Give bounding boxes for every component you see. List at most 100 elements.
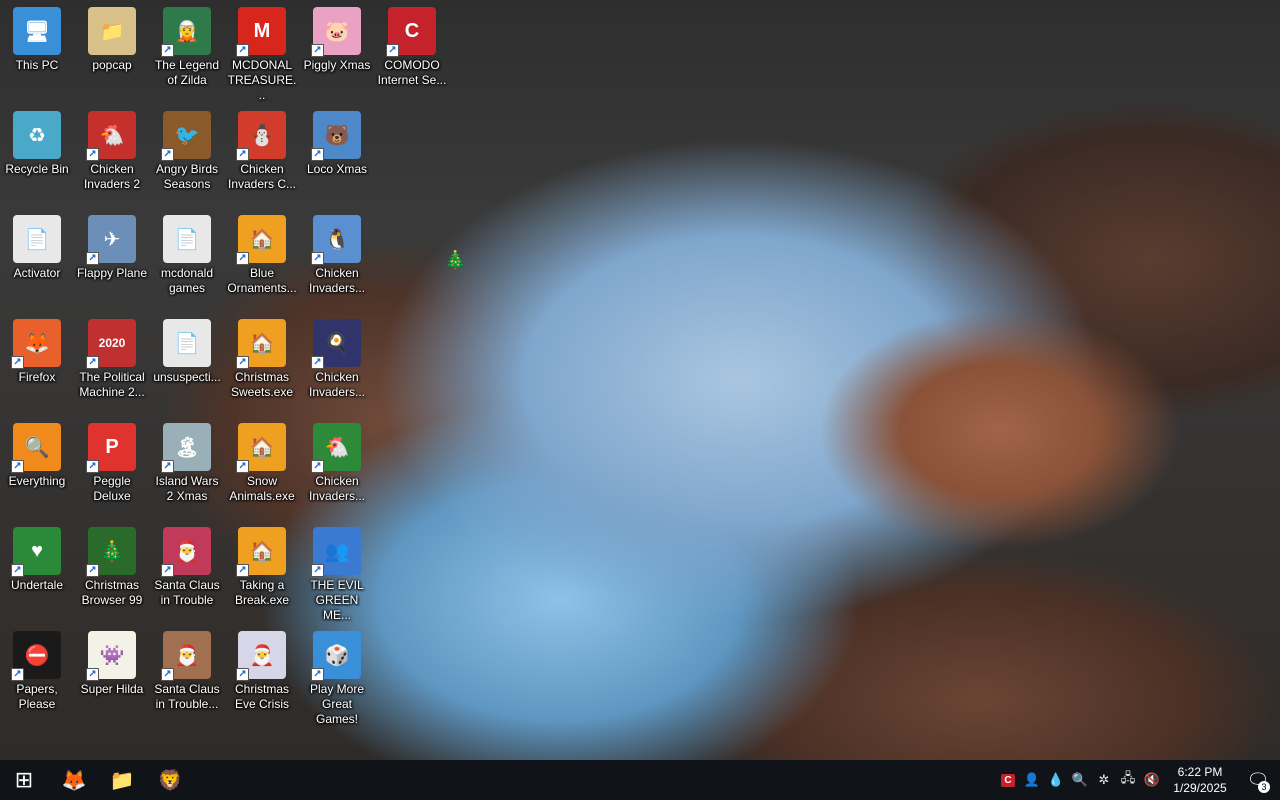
tray-comodo-icon[interactable]: C (996, 760, 1020, 800)
app-glyph-icon: 🏠 (249, 436, 275, 459)
tray-snowflake-icon[interactable]: ✲ (1092, 760, 1116, 800)
desktop-icon[interactable]: 🖥 This PC (0, 2, 74, 102)
app-glyph-icon: P (105, 435, 119, 458)
shortcut-arrow-icon: ↗ (236, 44, 249, 57)
desktop-icon[interactable]: 🏠 ↗ Christmas Sweets.exe (225, 314, 299, 414)
app-icon: 🏠 ↗ (236, 319, 286, 369)
desktop-icon[interactable]: 🐔 ↗ Chicken Invaders 2 (75, 106, 149, 206)
everything-icon: 🔍 (1071, 772, 1089, 787)
desktop-icon-label: Chicken Invaders... (308, 266, 366, 295)
desktop-icon[interactable]: 🏠 ↗ Blue Ornaments... (225, 210, 299, 310)
start-button[interactable]: ⊞ (0, 760, 48, 800)
desktop-icon[interactable]: 🐷 ↗ Piggly Xmas (300, 2, 374, 102)
app-glyph-icon: 🍳 (324, 332, 350, 355)
network-icon: 🖧 (1120, 770, 1136, 785)
desktop-icon[interactable]: 👥 ↗ THE EVIL GREEN ME... (300, 522, 374, 622)
clock[interactable]: 6:22 PM 1/29/2025 (1164, 760, 1236, 800)
desktop-icon[interactable]: 🎅 ↗ Santa Claus in Trouble (150, 522, 224, 622)
shortcut-arrow-icon: ↗ (236, 564, 249, 577)
desktop-icon[interactable]: 🎄 ↗ Christmas Browser 99 (75, 522, 149, 622)
desktop-icon[interactable]: ✈ ↗ Flappy Plane (75, 210, 149, 310)
comodo-icon: C (1001, 773, 1015, 787)
desktop-icon[interactable]: 🎲 ↗ Play More Great Games! (300, 626, 374, 726)
app-icon: 🎅 ↗ (161, 631, 211, 681)
desktop-icon-label: Taking a Break.exe (234, 578, 290, 607)
desktop-icon[interactable]: 2020 ↗ The Political Machine 2... (75, 314, 149, 414)
app-glyph-icon: 🏠 (249, 332, 275, 355)
app-icon: 📁 (88, 7, 136, 55)
app-glyph-icon: 🐻 (324, 124, 350, 147)
desktop-icon[interactable]: P ↗ Peggle Deluxe (75, 418, 149, 518)
desktop-icon-label: Recycle Bin (5, 162, 69, 176)
desktop-icon[interactable]: 📄 unsuspecti... (150, 314, 224, 414)
desktop-icon[interactable]: M ↗ MCDONAL TREASURE... (225, 2, 299, 102)
desktop-icon[interactable]: 🧝 ↗ The Legend of Zilda (150, 2, 224, 102)
desktop-icon[interactable]: 🦊 ↗ Firefox (0, 314, 74, 414)
app-glyph-icon: 📁 (99, 20, 125, 43)
shortcut-arrow-icon: ↗ (311, 148, 324, 161)
desktop-icon[interactable]: 👾 ↗ Super Hilda (75, 626, 149, 726)
app-glyph-icon: 🎄 (99, 540, 125, 563)
desktop-icon-label: Everything (8, 474, 66, 488)
desktop-icon[interactable]: 🐻 ↗ Loco Xmas (300, 106, 374, 206)
desktop-icon[interactable]: 📄 mcdonald games (150, 210, 224, 310)
taskbar-file-explorer-button[interactable]: 📁 (98, 760, 146, 800)
shortcut-arrow-icon: ↗ (311, 564, 324, 577)
app-icon: 🐔 ↗ (86, 111, 136, 161)
taskbar-firefox-button[interactable]: 🦊 (50, 760, 98, 800)
app-glyph-icon: 🏠 (249, 540, 275, 563)
app-glyph-icon: 🎅 (249, 644, 275, 667)
action-center-button[interactable]: 🗨 3 (1236, 760, 1280, 800)
desktop-icon-label: Chicken Invaders... (308, 370, 366, 399)
desktop-icon[interactable]: 🏠 ↗ Taking a Break.exe (225, 522, 299, 622)
desktop-icon[interactable]: ⛔ ↗ Papers, Please (0, 626, 74, 726)
desktop-icon-label: Christmas Browser 99 (81, 578, 143, 607)
tray-network-users-icon[interactable]: 👤 (1020, 760, 1044, 800)
desktop-icon[interactable]: 🐧 ↗ Chicken Invaders... (300, 210, 374, 310)
shortcut-arrow-icon: ↗ (11, 356, 24, 369)
desktop-icon[interactable]: ♥ ↗ Undertale (0, 522, 74, 622)
shortcut-arrow-icon: ↗ (161, 148, 174, 161)
clock-date: 1/29/2025 (1173, 781, 1227, 795)
shortcut-arrow-icon: ↗ (11, 668, 24, 681)
tray-everything-icon[interactable]: 🔍 (1068, 760, 1092, 800)
shortcut-arrow-icon: ↗ (311, 44, 324, 57)
tray-network-icon[interactable]: 🖧 (1116, 760, 1140, 800)
desktop-icon[interactable]: 🎅 ↗ Santa Claus in Trouble... (150, 626, 224, 726)
desktop-icon[interactable]: 📁 popcap (75, 2, 149, 102)
shortcut-arrow-icon: ↗ (86, 460, 99, 473)
shortcut-arrow-icon: ↗ (86, 148, 99, 161)
desktop-icon[interactable]: C ↗ COMODO Internet Se... (375, 2, 449, 102)
desktop-icon[interactable]: 🎅 ↗ Christmas Eve Crisis (225, 626, 299, 726)
app-icon: 📄 (163, 215, 211, 263)
desktop-icon[interactable]: 🏠 ↗ Snow Animals.exe (225, 418, 299, 518)
desktop-icon[interactable]: 🐔 ↗ Chicken Invaders... (300, 418, 374, 518)
app-glyph-icon: 🐧 (324, 228, 350, 251)
app-icon: 🦊 ↗ (11, 319, 61, 369)
app-icon: 🎅 ↗ (161, 527, 211, 577)
tray-volume-muted-icon[interactable]: 🔇 (1140, 760, 1164, 800)
tray-drop-icon[interactable]: 💧 (1044, 760, 1068, 800)
shortcut-arrow-icon: ↗ (236, 148, 249, 161)
desktop-icon[interactable]: ⛄ ↗ Chicken Invaders C... (225, 106, 299, 206)
desktop-icon-label: Santa Claus in Trouble (154, 578, 220, 607)
desktop-icon-label: Chicken Invaders... (308, 474, 366, 503)
desktop-icon-label: MCDONAL TREASURE... (227, 58, 297, 102)
pinned-apps: 🦊 📁 🦁 (50, 760, 194, 800)
desktop-icon[interactable]: ♻ Recycle Bin (0, 106, 74, 206)
desktop-icon[interactable]: 🐦 ↗ Angry Birds Seasons (150, 106, 224, 206)
desktop-icon[interactable]: 📄 Activator (0, 210, 74, 310)
app-glyph-icon: 👾 (99, 644, 125, 667)
app-glyph-icon: 🏠 (249, 228, 275, 251)
desktop-icon-label: Christmas Sweets.exe (230, 370, 294, 399)
desktop-background: 🖥 This PC 📁 popcap 🧝 ↗ The Legend of Zilda M ↗ MC… (0, 0, 1280, 760)
desktop-icon-label: Undertale (10, 578, 64, 592)
shortcut-arrow-icon: ↗ (386, 44, 399, 57)
desktop-icon[interactable]: 🏝 ↗ Island Wars 2 Xmas (150, 418, 224, 518)
desktop-icon-label: Peggle Deluxe (93, 474, 131, 503)
desktop-icon[interactable]: 🍳 ↗ Chicken Invaders... (300, 314, 374, 414)
app-glyph-icon: 2020 (98, 336, 126, 350)
taskbar-brave-button[interactable]: 🦁 (146, 760, 194, 800)
snowflake-icon: ✲ (1098, 772, 1110, 787)
desktop-icon[interactable]: 🔍 ↗ Everything (0, 418, 74, 518)
